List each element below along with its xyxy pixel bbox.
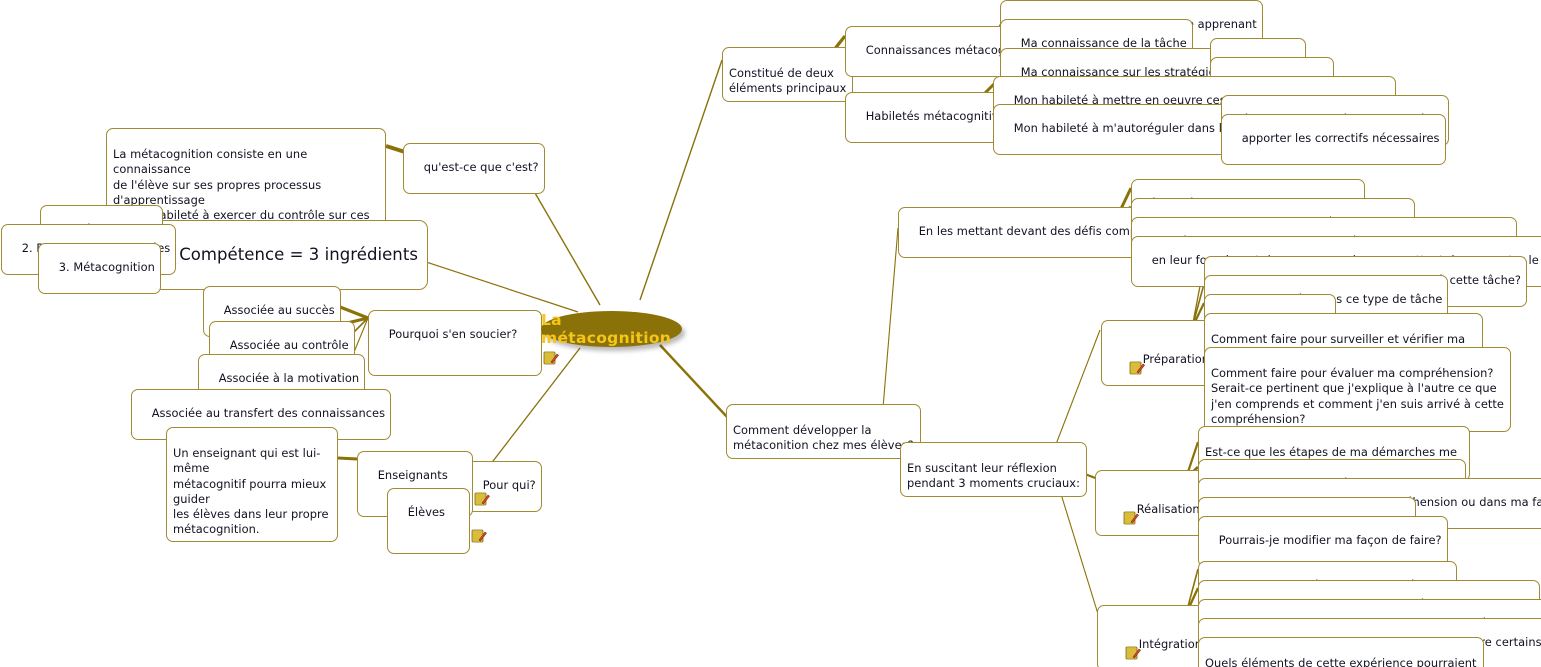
node-ingredient-3[interactable]: 3. Métacognition bbox=[38, 243, 161, 294]
node-pourquoi-sen-soucier-label: Pourquoi s'en soucier? bbox=[388, 327, 518, 342]
note-pencil-icon bbox=[1107, 346, 1145, 375]
root-label: La métacognition bbox=[541, 311, 672, 347]
node-associee-transfert-label: Associée au transfert des connaissances bbox=[151, 406, 386, 421]
node-defis-complexes-label: En les mettant devant des défis complexe… bbox=[918, 224, 1167, 239]
node-associee-motivation-label: Associée à la motivation bbox=[218, 371, 360, 386]
mindmap-canvas: La métacognition La métacognition consis… bbox=[0, 0, 1541, 667]
note-pencil-icon bbox=[521, 336, 560, 365]
node-constitue-deux-elements-label: Constitué de deux éléments principaux bbox=[729, 66, 847, 96]
node-associee-succes-label: Associée au succès bbox=[223, 303, 335, 318]
node-prep-5-label: Comment faire pour évaluer ma compréhens… bbox=[1211, 366, 1504, 426]
node-apporter-correctifs-label: apporter les correctifs nécessaires bbox=[1241, 131, 1440, 146]
node-constitue-deux-elements[interactable]: Constitué de deux éléments principaux bbox=[722, 47, 854, 102]
node-pourquoi-sen-soucier[interactable]: Pourquoi s'en soucier? bbox=[368, 310, 560, 376]
node-int-5-label: Quels éléments de cette expérience pourr… bbox=[1205, 656, 1477, 667]
node-ingredient-3-label: 3. Métacognition bbox=[58, 260, 155, 275]
node-preparation-label: Préparation bbox=[1142, 352, 1210, 367]
note-pencil-icon bbox=[449, 514, 487, 543]
node-competence-label: Compétence = 3 ingrédients bbox=[179, 245, 418, 264]
node-integration-label: Intégration bbox=[1138, 637, 1203, 652]
node-enseignant-note[interactable]: Un enseignant qui est lui-même métacogni… bbox=[166, 427, 338, 543]
node-int-5[interactable]: Quels éléments de cette expérience pourr… bbox=[1198, 637, 1484, 667]
node-preparation[interactable]: Préparation bbox=[1101, 320, 1216, 386]
note-pencil-icon bbox=[1101, 496, 1139, 525]
note-pencil-icon bbox=[1103, 631, 1141, 660]
node-integration[interactable]: Intégration bbox=[1097, 605, 1209, 667]
node-eleves[interactable]: Élèves bbox=[387, 488, 487, 554]
node-comment-developper[interactable]: Comment développer la métaconition chez … bbox=[726, 404, 921, 459]
node-enseignants-label: Enseignants bbox=[377, 468, 448, 483]
root-node[interactable]: La métacognition bbox=[541, 311, 682, 347]
node-habiletes-metacognitives-label: Habiletés métacognitives bbox=[865, 109, 1012, 124]
node-eleves-label: Élèves bbox=[407, 505, 446, 520]
node-prep-5[interactable]: Comment faire pour évaluer ma compréhens… bbox=[1204, 347, 1511, 433]
node-suscitant-reflexion-label: En suscitant leur réflexion pendant 3 mo… bbox=[907, 461, 1080, 491]
node-competence[interactable]: Compétence = 3 ingrédients bbox=[148, 220, 428, 290]
node-real-5[interactable]: Pourrais-je modifier ma façon de faire? bbox=[1198, 516, 1448, 567]
node-associee-controle-label: Associée au contrôle bbox=[229, 338, 349, 353]
node-realisation[interactable]: Réalisation bbox=[1095, 470, 1206, 536]
node-comment-developper-label: Comment développer la métaconition chez … bbox=[733, 423, 914, 453]
node-habiletes-metacognitives[interactable]: Habiletés métacognitives bbox=[845, 92, 1018, 143]
node-enseignant-note-label: Un enseignant qui est lui-même métacogni… bbox=[173, 446, 329, 537]
node-suscitant-reflexion[interactable]: En suscitant leur réflexion pendant 3 mo… bbox=[900, 442, 1087, 497]
node-quest-ce-que-cest-label: qu'est-ce que c'est? bbox=[423, 160, 539, 175]
node-pour-qui-label: Pour qui? bbox=[482, 478, 536, 493]
node-real-5-label: Pourrais-je modifier ma façon de faire? bbox=[1218, 533, 1442, 548]
node-apporter-correctifs[interactable]: apporter les correctifs nécessaires bbox=[1221, 114, 1446, 165]
node-realisation-label: Réalisation bbox=[1136, 502, 1200, 517]
node-quest-ce-que-cest[interactable]: qu'est-ce que c'est? bbox=[403, 143, 545, 194]
